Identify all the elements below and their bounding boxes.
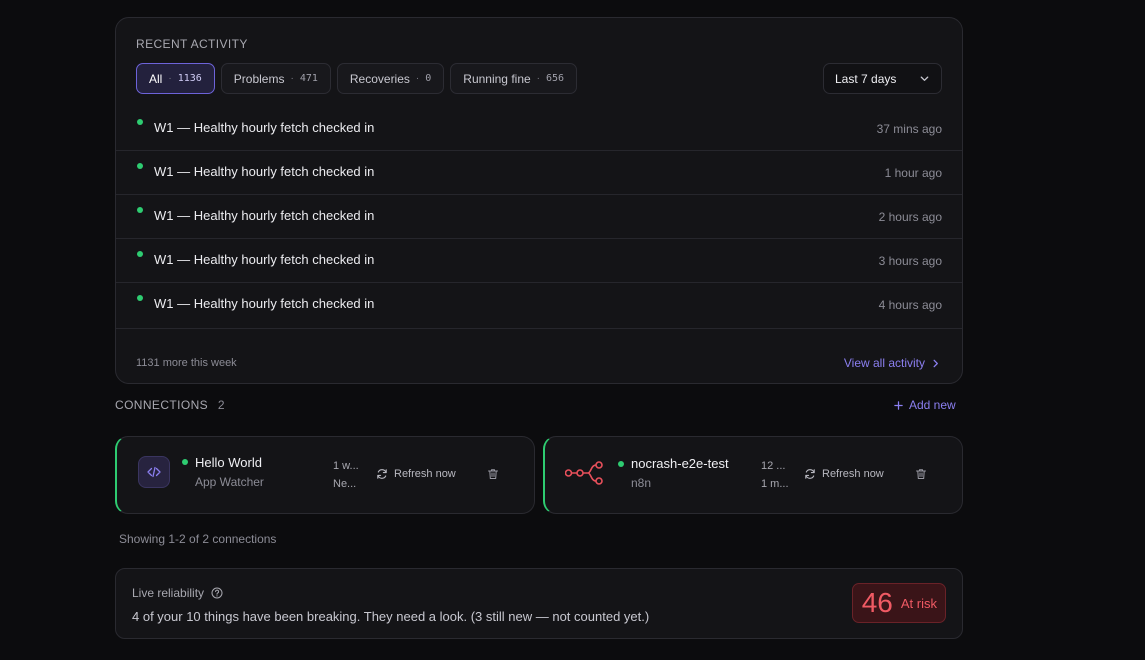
separator-dot: · (415, 73, 420, 84)
filter-label: Running fine (463, 71, 531, 86)
view-all-label: View all activity (843, 356, 925, 370)
chevron-down-icon (920, 76, 929, 81)
activity-time: 3 hours ago (878, 254, 942, 268)
activity-text: W1 — Healthy hourly fetch checked in (154, 252, 375, 267)
connections-count: 2 (217, 398, 225, 412)
activity-item[interactable]: W1 — Healthy hourly fetch checked in 4 h… (116, 283, 962, 327)
status-dot (137, 119, 143, 125)
activity-text: W1 — Healthy hourly fetch checked in (154, 296, 375, 311)
status-dot (137, 251, 143, 257)
add-new-label: Add new (909, 398, 956, 412)
connection-next-check: Ne... (333, 478, 357, 490)
filter-label: Problems (233, 71, 285, 86)
connection-name: Hello World (195, 455, 262, 470)
connections-title: CONNECTIONS (115, 398, 209, 412)
refresh-icon (377, 469, 387, 479)
chevron-right-icon (933, 359, 938, 367)
activity-list: W1 — Healthy hourly fetch checked in 37 … (116, 107, 962, 327)
risk-score-badge: 46 At risk (851, 583, 946, 623)
more-this-week-text: 1131 more this week (136, 357, 237, 369)
add-new-connection-button[interactable]: Add new (894, 398, 956, 412)
recent-activity-card: RECENT ACTIVITY All · 1136 Problems · 47… (115, 17, 963, 384)
connection-card-hello-world[interactable]: Hello World App Watcher 1 w... Ne... Ref… (115, 436, 535, 514)
connection-name: nocrash-e2e-test (631, 456, 729, 471)
activity-text: W1 — Healthy hourly fetch checked in (154, 208, 375, 223)
status-dot (137, 163, 143, 169)
activity-item[interactable]: W1 — Healthy hourly fetch checked in 2 h… (116, 195, 962, 239)
filter-label: All (149, 71, 163, 86)
connection-status-dot (182, 459, 188, 465)
activity-footer: 1131 more this week View all activity (116, 328, 962, 383)
activity-item[interactable]: W1 — Healthy hourly fetch checked in 37 … (116, 107, 962, 151)
activity-time: 37 mins ago (876, 122, 942, 136)
code-icon (138, 456, 170, 488)
connection-last-check: 12 ... (761, 460, 786, 472)
date-range-select[interactable]: Last 7 days (823, 63, 942, 94)
plus-icon (894, 400, 903, 410)
activity-time: 1 hour ago (884, 166, 942, 180)
filter-count: 471 (299, 73, 318, 84)
live-reliability-card: Live reliability 4 of your 10 things hav… (115, 568, 963, 639)
separator-dot: · (536, 73, 541, 84)
connections-pagination-text: Showing 1-2 of 2 connections (119, 532, 277, 546)
reliability-message: 4 of your 10 things have been breaking. … (132, 609, 650, 624)
connection-type: n8n (631, 476, 652, 490)
filter-count: 656 (546, 73, 565, 84)
separator-dot: · (290, 73, 294, 84)
filter-all[interactable]: All · 1136 (136, 63, 215, 94)
refresh-label: Refresh now (394, 468, 456, 480)
filter-count: 0 (425, 73, 432, 84)
connections-header: CONNECTIONS 2 (115, 398, 225, 412)
reliability-score: 46 (861, 587, 893, 618)
activity-text: W1 — Healthy hourly fetch checked in (154, 120, 375, 135)
trash-icon[interactable] (487, 468, 499, 480)
filter-label: Recoveries (349, 71, 410, 86)
connection-status-dot (618, 461, 624, 467)
filter-problems[interactable]: Problems · 471 (220, 63, 331, 94)
activity-filter-tabs: All · 1136 Problems · 471 Recoveries · 0… (136, 63, 578, 94)
help-icon[interactable] (211, 587, 223, 599)
separator-dot: · (168, 73, 172, 84)
reliability-status: At risk (900, 595, 937, 611)
activity-time: 2 hours ago (878, 210, 942, 224)
filter-running-fine[interactable]: Running fine · 656 (450, 63, 578, 94)
trash-icon[interactable] (915, 468, 927, 480)
refresh-now-button[interactable]: Refresh now (804, 468, 884, 480)
activity-item[interactable]: W1 — Healthy hourly fetch checked in 3 h… (116, 239, 962, 283)
filter-count: 1136 (177, 73, 202, 84)
status-dot (137, 295, 143, 301)
reliability-title: Live reliability (132, 586, 223, 600)
refresh-now-button[interactable]: Refresh now (376, 468, 456, 480)
reliability-title-text: Live reliability (132, 586, 205, 600)
connection-type: App Watcher (195, 475, 264, 489)
refresh-label: Refresh now (822, 468, 884, 480)
status-dot (137, 207, 143, 213)
filter-recoveries[interactable]: Recoveries · 0 (336, 63, 445, 94)
activity-text: W1 — Healthy hourly fetch checked in (154, 164, 375, 179)
activity-time: 4 hours ago (878, 298, 942, 312)
refresh-icon (805, 469, 815, 479)
date-range-value: Last 7 days (835, 71, 897, 86)
recent-activity-title: RECENT ACTIVITY (136, 37, 248, 51)
connection-last-check: 1 w... (333, 460, 359, 472)
connection-card-nocrash[interactable]: nocrash-e2e-test n8n 12 ... 1 m... Refre… (543, 436, 963, 514)
view-all-activity-link[interactable]: View all activity (844, 356, 940, 370)
connection-next-check: 1 m... (761, 478, 789, 490)
n8n-icon (565, 461, 603, 485)
activity-item[interactable]: W1 — Healthy hourly fetch checked in 1 h… (116, 151, 962, 195)
